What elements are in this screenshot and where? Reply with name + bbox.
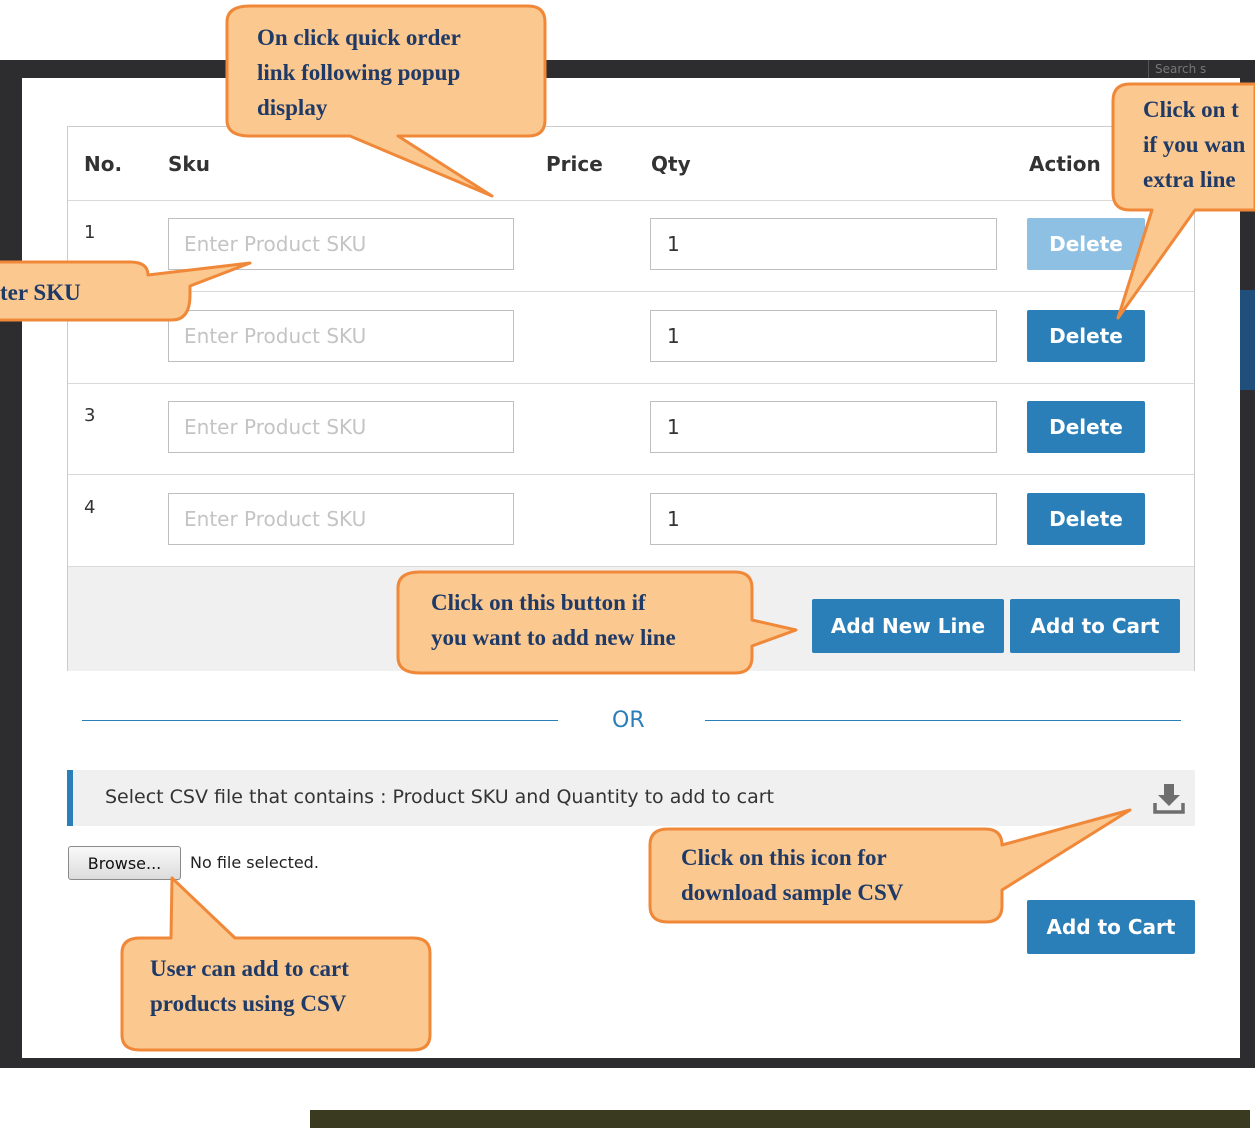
csv-add-to-cart-button[interactable]: Add to Cart <box>1027 900 1195 954</box>
qty-input[interactable] <box>650 310 997 362</box>
callout-line: User can add to cart <box>150 956 349 981</box>
callout-line: if you wan <box>1143 132 1246 157</box>
header-price: Price <box>546 152 603 176</box>
callout-line: display <box>257 95 328 120</box>
delete-button[interactable]: Delete <box>1027 493 1145 545</box>
callout-line: On click quick order <box>257 25 461 50</box>
csv-instructions-bar: Select CSV file that contains : Product … <box>67 770 1195 826</box>
or-divider-text: OR <box>612 708 645 733</box>
callout-line: extra line <box>1143 167 1236 192</box>
divider-line-right <box>705 720 1181 721</box>
callout-line: download sample CSV <box>681 880 904 905</box>
sku-input[interactable] <box>168 493 514 545</box>
callout-line: Click on this button if <box>431 590 646 615</box>
callout-line: ter SKU <box>0 280 81 305</box>
table-row: 3 Delete <box>68 383 1194 475</box>
callout-enter-sku: ter SKU <box>0 275 81 310</box>
row-number: 1 <box>84 222 96 243</box>
background-search-box: Search s <box>1148 60 1255 80</box>
table-row: Delete <box>68 292 1194 384</box>
table-row: 1 Delete <box>68 200 1194 292</box>
callout-delete-line: Click on t if you wan extra line <box>1143 92 1245 197</box>
file-status-text: No file selected. <box>190 853 319 872</box>
row-number: 4 <box>84 497 96 518</box>
callout-line: products using CSV <box>150 991 347 1016</box>
callout-line: link following popup <box>257 60 461 85</box>
header-sku: Sku <box>168 152 210 176</box>
csv-instructions: Select CSV file that contains : Product … <box>105 786 774 808</box>
callout-quick-order: On click quick order link following popu… <box>257 20 461 125</box>
background-gold-strip <box>310 1110 1250 1128</box>
header-no: No. <box>84 152 123 176</box>
delete-button[interactable]: Delete <box>1027 218 1145 270</box>
divider-line-left <box>82 720 558 721</box>
row-number: 3 <box>84 405 96 426</box>
table-header: No. Sku Price Qty Action <box>68 127 1194 201</box>
qty-input[interactable] <box>650 401 997 453</box>
qty-input[interactable] <box>650 218 997 270</box>
header-qty: Qty <box>651 152 691 176</box>
browse-file-button[interactable]: Browse... <box>68 846 181 880</box>
qty-input[interactable] <box>650 493 997 545</box>
sku-input[interactable] <box>168 310 514 362</box>
callout-add-new-line: Click on this button if you want to add … <box>431 585 676 655</box>
download-icon[interactable] <box>1151 780 1187 816</box>
add-to-cart-button[interactable]: Add to Cart <box>1010 599 1180 653</box>
background-blue-strip <box>1240 290 1255 390</box>
sku-input[interactable] <box>168 401 514 453</box>
sku-input[interactable] <box>168 218 514 270</box>
delete-button[interactable]: Delete <box>1027 401 1145 453</box>
table-row: 4 Delete <box>68 475 1194 567</box>
callout-csv-cart: User can add to cart products using CSV <box>150 951 349 1021</box>
callout-line: Click on this icon for <box>681 845 887 870</box>
callout-line: Click on t <box>1143 97 1239 122</box>
header-action: Action <box>1029 152 1101 176</box>
delete-button[interactable]: Delete <box>1027 310 1145 362</box>
callout-download-csv: Click on this icon for download sample C… <box>681 840 903 910</box>
callout-line: you want to add new line <box>431 625 676 650</box>
add-new-line-button[interactable]: Add New Line <box>812 599 1004 653</box>
